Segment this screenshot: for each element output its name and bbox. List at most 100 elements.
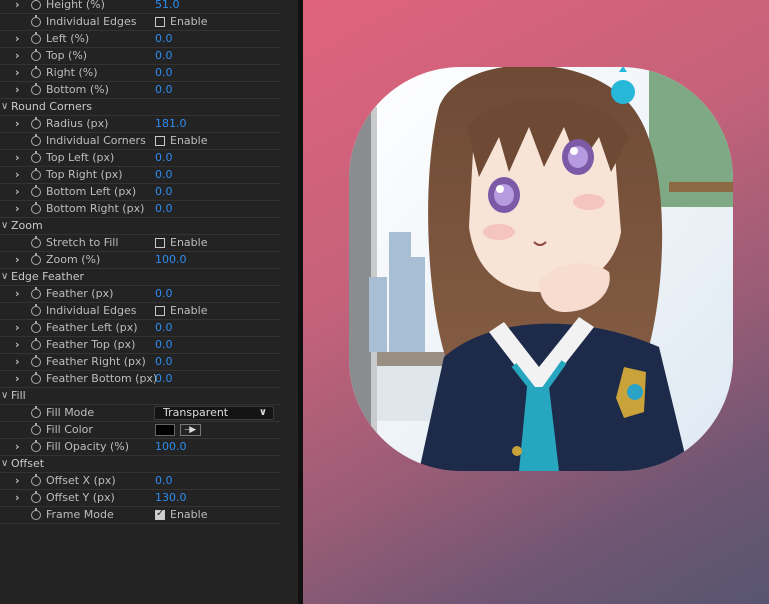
section-edge-feather[interactable]: ∨ Edge Feather [0, 269, 280, 286]
property-value[interactable]: 100.0 [155, 439, 187, 455]
chevron-down-icon: ∨ [258, 407, 267, 418]
property-value[interactable]: 0.0 [155, 201, 173, 217]
stopwatch-icon[interactable] [31, 49, 41, 61]
expand-chevron-icon[interactable]: › [15, 372, 25, 386]
property-row-feather-right-px: › Feather Right (px) 0.0 [0, 354, 280, 371]
property-row-left: › Left (%) 0.0 [0, 31, 280, 48]
property-value[interactable]: 181.0 [155, 116, 187, 132]
stopwatch-icon[interactable] [31, 15, 41, 27]
property-value[interactable]: 51.0 [155, 0, 180, 13]
stopwatch-icon[interactable] [31, 236, 41, 248]
section-label: Offset [11, 457, 45, 470]
property-value[interactable]: 0.0 [155, 473, 173, 489]
property-value[interactable]: 0.0 [155, 371, 173, 387]
property-row-individual-edges: Individual Edges Enable [0, 303, 280, 320]
property-row-radius-px: › Radius (px) 181.0 [0, 116, 280, 133]
property-label: Individual Corners [46, 134, 146, 147]
enable-checkbox[interactable] [155, 508, 165, 520]
property-row-zoom: › Zoom (%) 100.0 [0, 252, 280, 269]
collapse-chevron-icon[interactable]: ∨ [1, 270, 11, 284]
property-value[interactable]: 0.0 [155, 48, 173, 64]
property-value[interactable]: 0.0 [155, 184, 173, 200]
collapse-chevron-icon[interactable]: ∨ [1, 100, 11, 114]
property-value[interactable]: 0.0 [155, 150, 173, 166]
expand-chevron-icon[interactable]: › [15, 253, 25, 267]
stopwatch-icon[interactable] [31, 304, 41, 316]
property-value[interactable]: 0.0 [155, 65, 173, 81]
property-value[interactable]: 0.0 [155, 286, 173, 302]
checkbox-label: Enable [170, 236, 208, 249]
property-value[interactable]: 0.0 [155, 354, 173, 370]
expand-chevron-icon[interactable]: › [15, 355, 25, 369]
collapse-chevron-icon[interactable]: ∨ [1, 219, 11, 233]
stopwatch-icon[interactable] [31, 202, 41, 214]
property-value[interactable]: 0.0 [155, 31, 173, 47]
expand-chevron-icon[interactable]: › [15, 491, 25, 505]
expand-chevron-icon[interactable]: › [15, 202, 25, 216]
stopwatch-icon[interactable] [31, 321, 41, 333]
expand-chevron-icon[interactable]: › [15, 83, 25, 97]
expand-chevron-icon[interactable]: › [15, 287, 25, 301]
enable-checkbox[interactable] [155, 17, 165, 27]
property-label: Feather Right (px) [46, 355, 146, 368]
stopwatch-icon[interactable] [31, 287, 41, 299]
enable-checkbox[interactable] [155, 238, 165, 248]
property-row-fill-mode: Fill Mode Transparent ∨ [0, 405, 280, 422]
property-label: Individual Edges [46, 304, 137, 317]
stopwatch-icon[interactable] [31, 168, 41, 180]
property-row-individual-edges: Individual Edges Enable [0, 14, 280, 31]
collapse-chevron-icon[interactable]: ∨ [1, 457, 11, 471]
property-value[interactable]: 130.0 [155, 490, 187, 506]
expand-chevron-icon[interactable]: › [15, 32, 25, 46]
stopwatch-icon[interactable] [31, 491, 41, 503]
eyedropper-icon[interactable]: ⎯▶ [180, 424, 201, 436]
enable-checkbox[interactable] [155, 136, 165, 146]
color-swatch[interactable] [155, 424, 175, 436]
property-value[interactable]: 0.0 [155, 82, 173, 98]
stopwatch-icon[interactable] [31, 372, 41, 384]
stopwatch-icon[interactable] [31, 440, 41, 452]
expand-chevron-icon[interactable]: › [15, 49, 25, 63]
expand-chevron-icon[interactable]: › [15, 66, 25, 80]
property-label: Individual Edges [46, 15, 137, 28]
property-value[interactable]: 0.0 [155, 167, 173, 183]
stopwatch-icon[interactable] [31, 83, 41, 95]
section-zoom[interactable]: ∨ Zoom [0, 218, 280, 235]
stopwatch-icon[interactable] [31, 253, 41, 265]
section-fill[interactable]: ∨ Fill [0, 388, 280, 405]
property-value[interactable]: 0.0 [155, 320, 173, 336]
collapse-chevron-icon[interactable]: ∨ [1, 389, 11, 403]
expand-chevron-icon[interactable]: › [15, 151, 25, 165]
expand-chevron-icon[interactable]: › [15, 0, 25, 12]
property-label: Top Right (px) [46, 168, 123, 181]
stopwatch-icon[interactable] [31, 151, 41, 163]
property-row-fill-opacity: › Fill Opacity (%) 100.0 [0, 439, 280, 456]
expand-chevron-icon[interactable]: › [15, 440, 25, 454]
stopwatch-icon[interactable] [31, 0, 41, 10]
property-value[interactable]: 100.0 [155, 252, 187, 268]
stopwatch-icon[interactable] [31, 406, 41, 418]
expand-chevron-icon[interactable]: › [15, 474, 25, 488]
expand-chevron-icon[interactable]: › [15, 321, 25, 335]
property-value[interactable]: 0.0 [155, 337, 173, 353]
section-round-corners[interactable]: ∨ Round Corners [0, 99, 280, 116]
property-row-feather-px: › Feather (px) 0.0 [0, 286, 280, 303]
expand-chevron-icon[interactable]: › [15, 185, 25, 199]
stopwatch-icon[interactable] [31, 117, 41, 129]
enable-checkbox[interactable] [155, 306, 165, 316]
stopwatch-icon[interactable] [31, 508, 41, 520]
stopwatch-icon[interactable] [31, 134, 41, 146]
section-offset[interactable]: ∨ Offset [0, 456, 280, 473]
stopwatch-icon[interactable] [31, 185, 41, 197]
stopwatch-icon[interactable] [31, 423, 41, 435]
expand-chevron-icon[interactable]: › [15, 168, 25, 182]
stopwatch-icon[interactable] [31, 32, 41, 44]
expand-chevron-icon[interactable]: › [15, 117, 25, 131]
stopwatch-icon[interactable] [31, 338, 41, 350]
fill-mode-dropdown[interactable]: Transparent ∨ [154, 406, 274, 420]
property-row-offset-y-px: › Offset Y (px) 130.0 [0, 490, 280, 507]
stopwatch-icon[interactable] [31, 474, 41, 486]
stopwatch-icon[interactable] [31, 355, 41, 367]
expand-chevron-icon[interactable]: › [15, 338, 25, 352]
stopwatch-icon[interactable] [31, 66, 41, 78]
